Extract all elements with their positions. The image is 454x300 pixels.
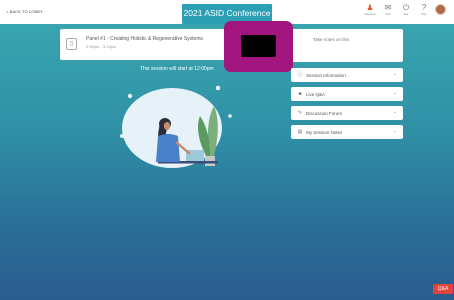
qa-badge[interactable]: Q&A	[433, 284, 453, 294]
back-to-lobby-link[interactable]: < BACK TO LOBBY	[6, 9, 43, 14]
qa-icon: ■	[298, 91, 302, 97]
illustration-dot	[120, 134, 124, 138]
nav-label: Help	[421, 13, 427, 16]
session-title: Panel #1 - Creating Holistic & Regenerat…	[86, 36, 203, 42]
avatar[interactable]	[435, 4, 446, 15]
session-start-note: This session will start at 12:00pm	[140, 66, 214, 72]
nav-label: Exit	[403, 13, 409, 16]
sidebar-item-session-information[interactable]: ⓘ Session Information ⌄	[291, 68, 403, 82]
forum-icon: ✎	[297, 110, 303, 116]
top-bar: < BACK TO LOBBY 2021 ASID Conference ♟ A…	[0, 0, 454, 24]
session-time: 2:30pm - 3:15pm	[86, 44, 117, 49]
chevron-down-icon: ⌄	[392, 71, 397, 77]
sidebar-item-live-qa[interactable]: ■ Live Q&A ⌄	[291, 87, 403, 101]
redaction-box	[241, 35, 276, 57]
notes-card[interactable]: Take notes on this	[291, 29, 403, 62]
nav-label: Attendees	[364, 13, 376, 16]
sidebar-item-label: Discussion Forum	[306, 110, 343, 116]
sidebar-item-label: Session Information	[306, 72, 346, 78]
redaction-frame	[224, 21, 293, 72]
notes-label: Take notes on this	[313, 37, 350, 42]
illustration-dot	[127, 93, 133, 99]
help-icon: ?	[421, 3, 427, 12]
sidebar-item-label: Live Q&A	[306, 91, 326, 97]
sidebar-item-discussion-forum[interactable]: ✎ Discussion Forum ⌄	[291, 106, 403, 120]
person-face	[163, 122, 171, 130]
waiting-illustration	[120, 85, 232, 168]
info-icon: ⓘ	[297, 72, 303, 78]
chevron-down-icon: ⌄	[392, 109, 397, 115]
calendar-icon: ▯	[66, 38, 77, 50]
sidebar-item-my-session-notes[interactable]: ▤ My Session Notes ⌄	[291, 125, 403, 139]
person-shirt	[156, 134, 180, 162]
illustration-dot	[228, 114, 232, 118]
nav-exit[interactable]: ⏻ Exit	[399, 3, 413, 16]
chevron-down-icon: ⌄	[392, 128, 397, 134]
sidebar-item-label: My Session Notes	[306, 129, 343, 135]
power-icon: ⏻	[402, 3, 410, 12]
nav-label: Chat	[385, 13, 391, 16]
illustration-dot	[215, 85, 221, 91]
top-nav: ♟ Attendees ✉ Chat ⏻ Exit ? Help	[363, 3, 446, 16]
people-icon: ♟	[366, 3, 374, 12]
notes-icon: ▤	[297, 129, 303, 135]
nav-chat[interactable]: ✉ Chat	[381, 3, 395, 16]
nav-attendees[interactable]: ♟ Attendees	[363, 3, 377, 16]
session-side-panel: ⓘ Session Information ⌄ ■ Live Q&A ⌄ ✎ D…	[291, 68, 403, 144]
chat-icon: ✉	[384, 3, 392, 12]
nav-help[interactable]: ? Help	[417, 3, 431, 16]
chevron-down-icon: ⌄	[392, 90, 397, 96]
